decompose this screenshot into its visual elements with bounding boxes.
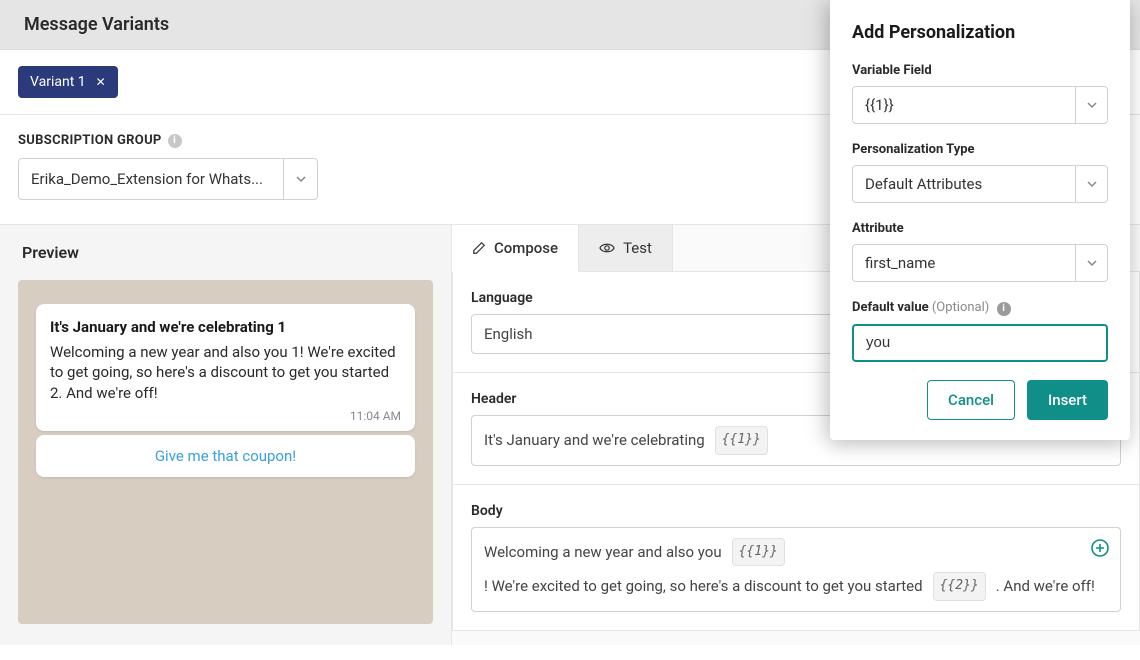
default-value-optional: (Optional) — [932, 300, 989, 315]
panel-actions: Cancel Insert — [852, 380, 1108, 420]
variant-chip[interactable]: Variant 1 ✕ — [18, 66, 118, 98]
attribute-label: Attribute — [852, 221, 1108, 236]
personalization-panel: Add Personalization Variable Field {{1}}… — [830, 0, 1130, 440]
preview-message-bubble: It's January and we're celebrating 1 Wel… — [36, 304, 415, 431]
chevron-down-icon — [1075, 166, 1107, 202]
variable-field-select[interactable]: {{1}} — [852, 86, 1108, 124]
variant-chip-label: Variant 1 — [30, 74, 86, 90]
body-input[interactable]: Welcoming a new year and also you {{1}} … — [471, 527, 1121, 612]
default-value-label: Default value (Optional) i — [852, 300, 1108, 316]
preview-canvas: It's January and we're celebrating 1 Wel… — [18, 280, 433, 624]
default-value-input-wrap[interactable] — [852, 324, 1108, 362]
personalization-type-value: Default Attributes — [853, 175, 1075, 193]
variable-chip[interactable]: {{2}} — [933, 572, 986, 601]
header-text: It's January and we're celebrating — [484, 426, 705, 455]
attribute-select[interactable]: first_name — [852, 244, 1108, 282]
body-text-c: . And we're off! — [996, 572, 1095, 601]
preview-pane: Preview It's January and we're celebrati… — [0, 225, 452, 645]
cancel-button[interactable]: Cancel — [927, 380, 1015, 420]
default-value-label-text: Default value — [852, 300, 929, 315]
info-icon[interactable]: i — [168, 134, 182, 148]
add-personalization-icon[interactable] — [1091, 539, 1109, 557]
chevron-down-icon — [1075, 87, 1107, 123]
panel-title: Add Personalization — [852, 22, 1108, 43]
subscription-group-label-text: SUBSCRIPTION GROUP — [18, 133, 162, 148]
insert-button[interactable]: Insert — [1027, 380, 1108, 420]
variable-field-value: {{1}} — [853, 96, 1075, 114]
default-value-input[interactable] — [866, 334, 1094, 351]
personalization-type-label: Personalization Type — [852, 142, 1108, 157]
body-text-a: Welcoming a new year and also you — [484, 538, 722, 567]
variable-chip[interactable]: {{1}} — [715, 426, 768, 455]
tab-compose[interactable]: Compose — [452, 225, 579, 272]
subscription-group-value: Erika_Demo_Extension for Whats... — [19, 170, 283, 188]
body-section: Body Welcoming a new year and also you {… — [452, 485, 1140, 631]
eye-icon — [599, 241, 615, 255]
close-icon[interactable]: ✕ — [96, 75, 106, 89]
variable-field-label: Variable Field — [852, 63, 1108, 78]
chevron-down-icon — [1075, 245, 1107, 281]
variable-chip[interactable]: {{1}} — [732, 538, 785, 567]
chevron-down-icon — [283, 159, 317, 199]
tab-test-label: Test — [623, 239, 652, 257]
body-label: Body — [471, 503, 1121, 519]
preview-message-title: It's January and we're celebrating 1 — [50, 318, 401, 336]
tab-compose-label: Compose — [494, 239, 558, 257]
preview-title: Preview — [0, 225, 451, 280]
personalization-type-select[interactable]: Default Attributes — [852, 165, 1108, 203]
subscription-group-select[interactable]: Erika_Demo_Extension for Whats... — [18, 158, 318, 200]
preview-cta-button[interactable]: Give me that coupon! — [36, 435, 415, 477]
info-icon[interactable]: i — [997, 302, 1011, 316]
body-text-b: ! We're excited to get going, so here's … — [484, 572, 923, 601]
attribute-value: first_name — [853, 254, 1075, 272]
pencil-icon — [472, 241, 486, 255]
preview-message-time: 11:04 AM — [50, 409, 401, 423]
tab-test[interactable]: Test — [579, 225, 673, 271]
preview-message-body: Welcoming a new year and also you 1! We'… — [50, 342, 401, 403]
